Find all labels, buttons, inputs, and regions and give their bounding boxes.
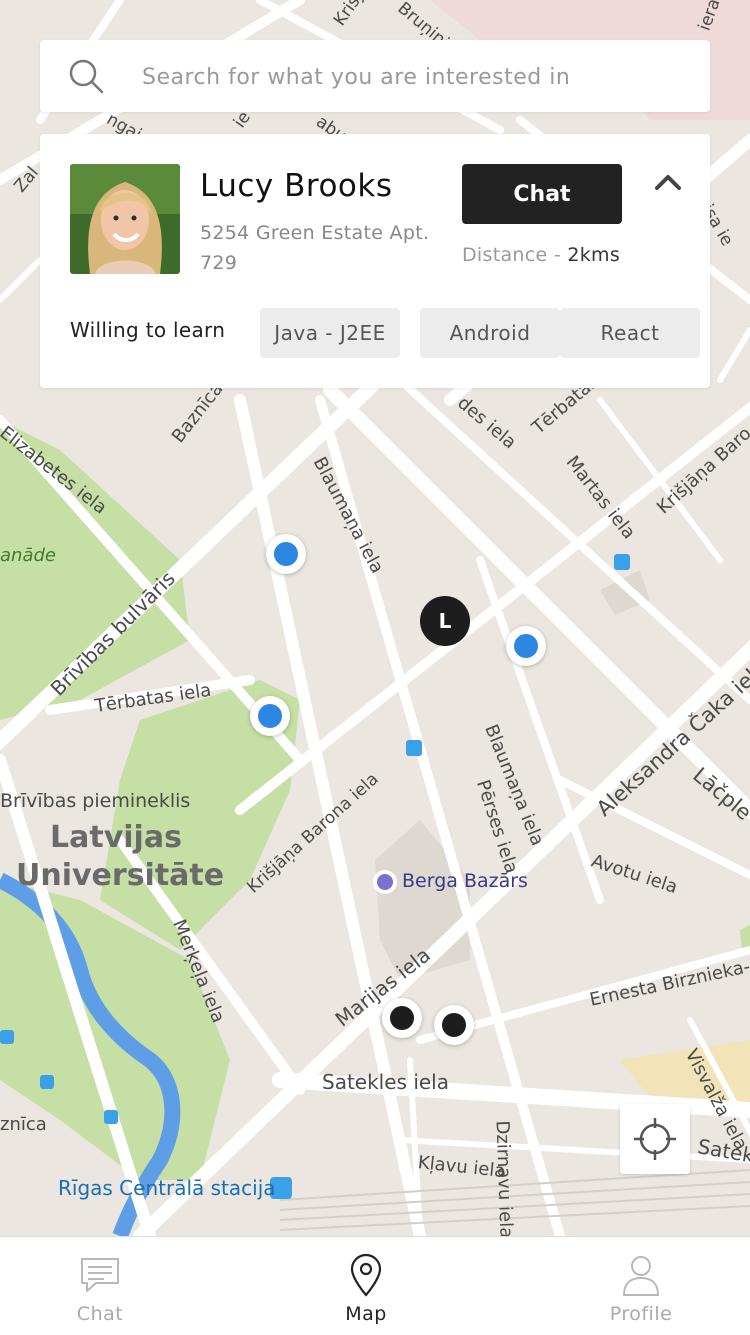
avatar — [70, 164, 180, 274]
user-pin[interactable] — [250, 696, 290, 736]
user-pin[interactable] — [266, 534, 306, 574]
willing-to-learn-label: Willing to learn — [70, 318, 226, 342]
crosshair-icon — [634, 1118, 676, 1160]
map-label: Latvijas — [50, 820, 182, 855]
chevron-up-icon[interactable] — [654, 172, 682, 192]
tab-label: Map — [345, 1303, 387, 1325]
tab-profile[interactable]: Profile — [516, 1237, 750, 1335]
tab-label: Profile — [609, 1303, 673, 1325]
user-address: 5254 Green Estate Apt. 729 — [200, 222, 430, 274]
skill-tag[interactable]: React — [560, 308, 700, 358]
map-label: Dzirnavu iela — [491, 1120, 517, 1236]
distance-text: Distance - 2kms — [462, 244, 620, 266]
map-label: Brīvības piemineklis — [0, 790, 191, 812]
user-name: Lucy Brooks — [200, 168, 393, 204]
user-pin[interactable] — [382, 998, 422, 1038]
chat-button[interactable]: Chat — [462, 164, 622, 224]
tab-chat[interactable]: Chat — [0, 1237, 225, 1335]
profile-card: Lucy Brooks 5254 Green Estate Apt. 729 C… — [40, 134, 710, 388]
chat-bubble-icon — [81, 1258, 119, 1292]
search-bar[interactable] — [40, 40, 710, 114]
tab-bar: Chat Map Profile — [0, 1236, 750, 1335]
user-pin[interactable] — [506, 626, 546, 666]
map-label: Berga Bazārs — [402, 870, 528, 892]
map-label: anāde — [0, 545, 56, 566]
distance-label: Distance - — [462, 244, 568, 266]
user-pin[interactable] — [434, 1005, 474, 1045]
search-input[interactable] — [140, 40, 684, 114]
selected-user-pin[interactable]: L — [420, 596, 470, 646]
person-icon — [622, 1256, 660, 1296]
distance-value: 2kms — [567, 244, 621, 266]
map-label: Rīgas Centrālā stacija — [58, 1176, 276, 1200]
tab-label: Chat — [76, 1303, 124, 1325]
search-icon — [69, 59, 104, 94]
map-label: znīca — [0, 1114, 47, 1135]
skill-tag[interactable]: Android — [420, 308, 560, 358]
map-label: Satekles iela — [322, 1070, 449, 1094]
skill-tag[interactable]: Java - J2EE — [260, 308, 400, 358]
tab-map[interactable]: Map — [241, 1237, 491, 1335]
map-label: Universitāte — [16, 858, 225, 893]
map-pin-icon — [350, 1253, 382, 1297]
locate-me-button[interactable] — [620, 1104, 690, 1174]
